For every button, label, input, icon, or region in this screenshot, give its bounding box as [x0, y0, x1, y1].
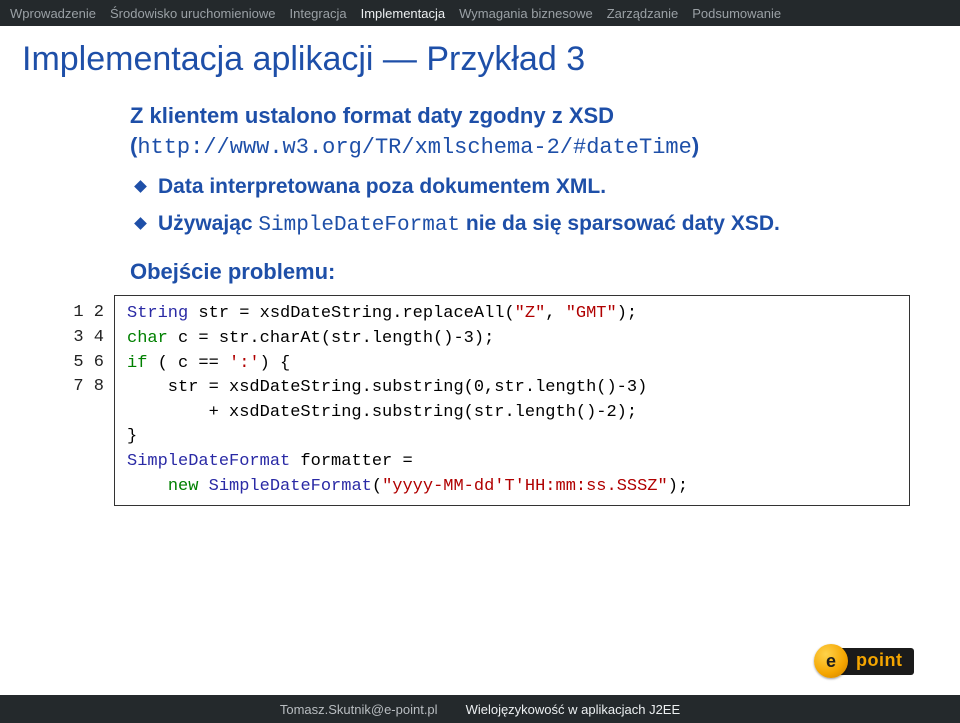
code-block: 1 2 3 4 5 6 7 8 String str = xsdDateStri… [70, 295, 910, 506]
nav-item-4[interactable]: Wymagania biznesowe [459, 6, 593, 21]
top-nav: Wprowadzenie Środowisko uruchomieniowe Int… [0, 0, 960, 26]
slide-content: Z klientem ustalono format daty zgodny z… [0, 101, 960, 506]
slide-title: Implementacja aplikacji — Przykład 3 [0, 26, 960, 101]
lead-url: http://www.w3.org/TR/xmlschema-2/#dateTi… [137, 135, 692, 160]
code-line-numbers: 1 2 3 4 5 6 7 8 [70, 295, 114, 506]
bullet-1: Używając SimpleDateFormat nie da się spa… [158, 209, 890, 241]
lead-close: ) [692, 133, 699, 158]
logo-text: point [838, 648, 914, 675]
nav-item-3[interactable]: Implementacja [361, 6, 446, 21]
brand-logo: e point [814, 641, 930, 681]
bullet-0: Data interpretowana poza dokumentem XML. [158, 172, 890, 202]
nav-item-5[interactable]: Zarządzanie [607, 6, 679, 21]
footer-bar: Tomasz.Skutnik@e-point.pl Wielojęzykowoś… [0, 695, 960, 723]
logo-badge: e [814, 644, 848, 678]
nav-item-6[interactable]: Podsumowanie [692, 6, 781, 21]
bullet-list: Data interpretowana poza dokumentem XML.… [130, 172, 890, 241]
footer-email: Tomasz.Skutnik@e-point.pl [280, 702, 438, 717]
lead-pre: Z klientem ustalono format daty zgodny z… [130, 103, 614, 128]
nav-item-0[interactable]: Wprowadzenie [10, 6, 96, 21]
lead-text: Z klientem ustalono format daty zgodny z… [130, 101, 890, 162]
subheading: Obejście problemu: [130, 259, 890, 285]
footer-title: Wielojęzykowość w aplikacjach J2EE [466, 702, 681, 717]
nav-item-1[interactable]: Środowisko uruchomieniowe [110, 6, 275, 21]
code-content: String str = xsdDateString.replaceAll("Z… [114, 295, 910, 506]
nav-item-2[interactable]: Integracja [289, 6, 346, 21]
